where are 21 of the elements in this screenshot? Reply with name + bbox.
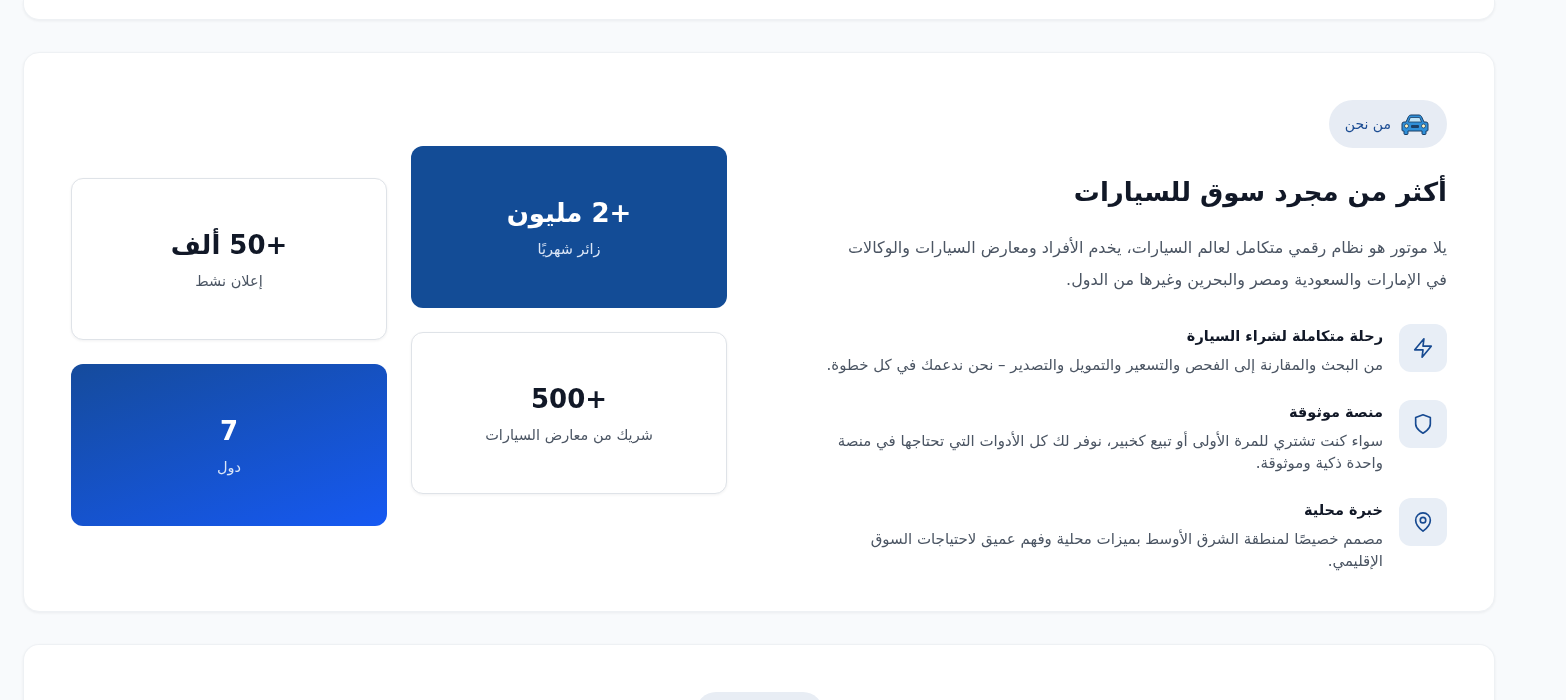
map-pin-icon	[1399, 498, 1447, 546]
car-icon	[1401, 113, 1429, 135]
feature-title: خبرة محلية	[1302, 501, 1383, 521]
stat-label: إعلان نشط	[195, 272, 263, 291]
stat-label: شريك من معارض السيارات	[485, 426, 653, 446]
lightning-icon	[1399, 324, 1447, 372]
intro-paragraph: يلا موتور هو نظام رقمي متكامل لعالم السيارات، يخدم الأفراد ومعارض السيارات والوكالات في الإمارات والسعودية ومصر والبحرين وغيرها من الدول.	[847, 236, 1447, 292]
stat-value: +500	[530, 383, 608, 416]
stat-value: 7	[219, 415, 239, 448]
feature-description: سواء كنت تشتري للمرة الأولى أو تبيع كخبير، نوفر لك كل الأدوات التي تحتاجها في منصة واحدة ذكية وموثوقة.	[836, 430, 1383, 474]
feature-title: منصة موثوقة	[1288, 403, 1383, 423]
section-heading: أكثر من مجرد سوق للسيارات	[1073, 174, 1447, 210]
feature-description: من البحث والمقارنة إلى الفحص والتسعير والتمويل والتصدير – نحن ندعمك في كل خطوة.	[826, 355, 1383, 376]
stat-value: +50 ألف	[170, 227, 288, 262]
stat-label: دول	[217, 458, 241, 478]
stat-value: +2 مليون	[506, 197, 632, 231]
shield-icon	[1399, 400, 1447, 448]
feature-description: مصمم خصيصًا لمنطقة الشرق الأوسط بميزات محلية وفهم عميق لاحتياجات السوق الإقليمي.	[869, 528, 1383, 572]
badge-label: من نحن	[1344, 116, 1391, 132]
stat-label: زائر شهريًا	[537, 240, 601, 260]
feature-title: رحلة متكاملة لشراء السيارة	[1185, 327, 1383, 347]
